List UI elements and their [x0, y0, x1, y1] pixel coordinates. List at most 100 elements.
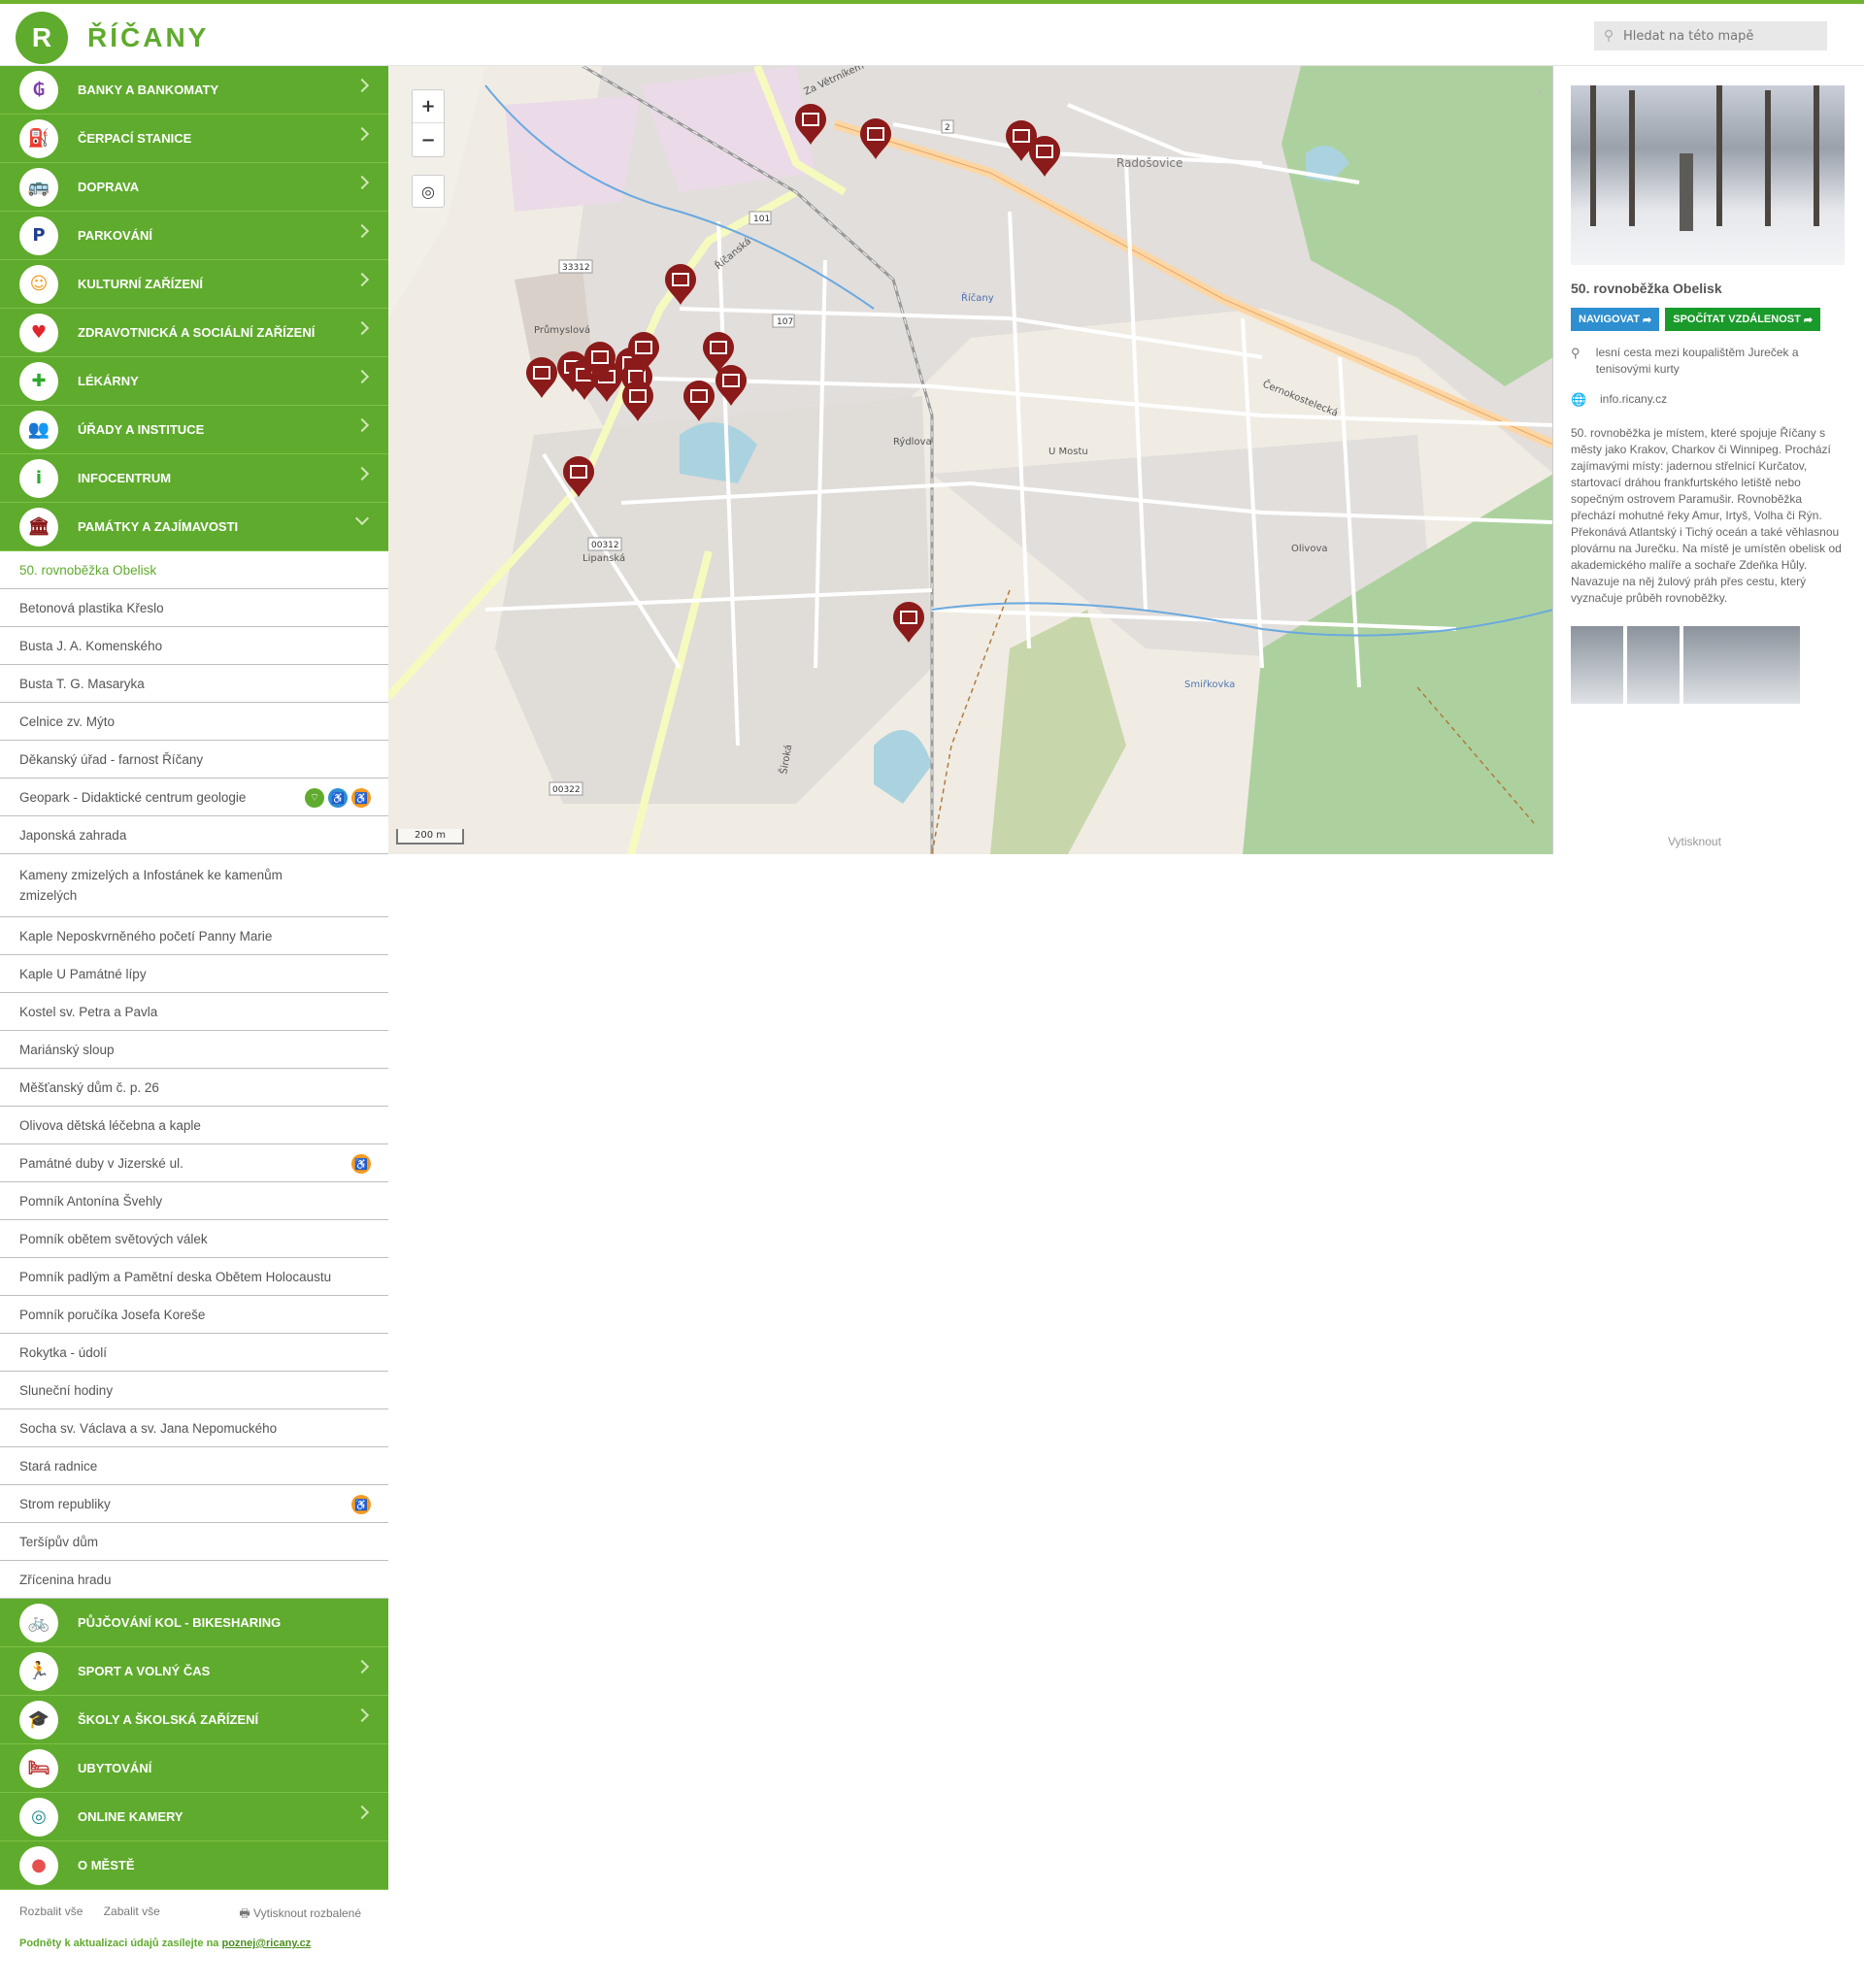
distance-label: Spočítat vzdálenost: [1673, 314, 1801, 325]
monument-list-item[interactable]: Kaple Neposkvrněného početí Panny Marie: [0, 917, 388, 955]
category-label: Kulturní zařízení: [78, 277, 204, 291]
monument-list-item[interactable]: Rokytka - údolí: [0, 1334, 388, 1372]
fuel-pump-icon: ⛽: [19, 118, 58, 158]
thumbnail[interactable]: [1683, 626, 1800, 704]
monument-name: Busta J. A. Komenského: [19, 638, 163, 653]
monument-list-item[interactable]: Japonská zahrada: [0, 816, 388, 854]
thumbnail[interactable]: [1627, 626, 1680, 704]
monument-list-item[interactable]: 50. rovnoběžka Obelisk: [0, 551, 388, 589]
monument-list-item[interactable]: Pomník poručíka Josefa Koreše: [0, 1296, 388, 1334]
category-bank-atm[interactable]: ₲ Banky a bankomaty: [0, 66, 388, 115]
distance-button[interactable]: Spočítat vzdálenost ➦: [1665, 308, 1821, 331]
category-label: O městě: [78, 1858, 135, 1872]
main-photo[interactable]: [1571, 85, 1845, 265]
print-link[interactable]: Vytisknout: [1668, 835, 1721, 848]
monument-name: Stará radnice: [19, 1458, 98, 1474]
monument-list-item[interactable]: Teršípův dům: [0, 1523, 388, 1561]
monument-list-item[interactable]: Mariánský sloup: [0, 1031, 388, 1069]
map-label-ricany: Říčany: [961, 291, 994, 304]
monument-name: Pomník Antonína Švehly: [19, 1193, 163, 1209]
category-fuel-pump[interactable]: ⛽ Čerpací stanice: [0, 115, 388, 163]
category-label: Banky a bankomaty: [78, 83, 219, 97]
category-theater-masks[interactable]: ☺ Kulturní zařízení: [0, 260, 388, 309]
monument-name: Sluneční hodiny: [19, 1382, 114, 1398]
update-note: Podněty k aktualizaci údajů zasílejte na…: [19, 1938, 311, 1949]
category-label: Čerpací stanice: [78, 131, 192, 146]
search-box[interactable]: ⚲: [1594, 21, 1827, 50]
monument-name: Zřícenina hradu: [19, 1572, 112, 1587]
zoom-out-button[interactable]: −: [413, 123, 444, 156]
monument-list-item[interactable]: Celnice zv. Mýto: [0, 703, 388, 741]
zoom-in-button[interactable]: +: [413, 90, 444, 123]
map-label-rydlova: Rýdlova: [893, 436, 932, 447]
category-pharmacy-cross[interactable]: ✚ Lékárny: [0, 357, 388, 406]
category-label: Zdravotnická a sociální zařízení: [78, 325, 316, 340]
navigate-label: Navigovat: [1579, 314, 1640, 325]
monument-list-item[interactable]: Stará radnice: [0, 1447, 388, 1485]
monument-list-item[interactable]: Pomník obětem světových válek: [0, 1220, 388, 1258]
contact-email-link[interactable]: poznej@ricany.cz: [221, 1938, 311, 1949]
search-input[interactable]: [1623, 28, 1817, 44]
category-parking[interactable]: P Parkování: [0, 212, 388, 260]
monument-list-item[interactable]: Olivova dětská léčebna a kaple: [0, 1107, 388, 1144]
road-number-2: 2: [945, 123, 950, 133]
navigate-button[interactable]: Navigovat ➦: [1571, 308, 1660, 331]
chevron-right-icon: [354, 126, 370, 142]
collapse-all-link[interactable]: Zabalit vše: [104, 1905, 160, 1918]
monument-list-item[interactable]: Busta T. G. Masaryka: [0, 665, 388, 703]
print-expanded-link[interactable]: 🖶 Vytisknout rozbalené: [239, 1905, 379, 1925]
expand-all-link[interactable]: Rozbalit vše: [19, 1905, 83, 1918]
monument-list-item[interactable]: Betonová plastika Křeslo: [0, 589, 388, 627]
monument-list-item[interactable]: Strom republiky ♿: [0, 1485, 388, 1523]
category-info[interactable]: i Infocentrum: [0, 454, 388, 503]
web-link[interactable]: info.ricany.cz: [1600, 391, 1667, 408]
monument-name: Olivova dětská léčebna a kaple: [19, 1117, 201, 1133]
map-scale: 200 m: [396, 829, 464, 845]
category-sidebar: ₲ Banky a bankomaty ⛽ Čerpací stanice 🚌 Dopra…: [0, 66, 388, 1890]
category-people[interactable]: 👥 Úřady a instituce: [0, 406, 388, 454]
monument-list-item[interactable]: Zřícenina hradu: [0, 1561, 388, 1599]
category-bicycle[interactable]: 🚲 Půjčování kol - Bikesharing: [0, 1599, 388, 1647]
monument-list-item[interactable]: Měšťanský dům č. p. 26: [0, 1069, 388, 1107]
category-label: Parkování: [78, 228, 153, 243]
category-city[interactable]: ● O městě: [0, 1841, 388, 1890]
map-view[interactable]: Radošovice Říčany Černokostelecká Olivov…: [388, 66, 1553, 854]
map-label-u-mostu: U Mostu: [1048, 447, 1088, 457]
monument-list-item[interactable]: Kameny zmizelých a Infostánek ke kamenům…: [0, 854, 388, 917]
monument-name: Děkanský úřad - farnost Říčany: [19, 751, 204, 767]
category-bus[interactable]: 🚌 Doprava: [0, 163, 388, 212]
monument-name: Socha sv. Václava a sv. Jana Nepomuckého: [19, 1420, 278, 1436]
monument-list-item[interactable]: Socha sv. Václava a sv. Jana Nepomuckého: [0, 1409, 388, 1447]
city-icon: ●: [19, 1845, 58, 1885]
category-graduation-cap[interactable]: 🎓 Školy a školská zařízení: [0, 1696, 388, 1744]
monument-list-item[interactable]: Pomník Antonína Švehly: [0, 1182, 388, 1220]
monument-list-item[interactable]: Sluneční hodiny: [0, 1372, 388, 1409]
monument-list-item[interactable]: Kaple U Památné lípy: [0, 955, 388, 993]
category-runner[interactable]: 🏃 Sport a volný čas: [0, 1647, 388, 1696]
chevron-right-icon: [354, 417, 370, 433]
monument-list-item[interactable]: Busta J. A. Komenského: [0, 627, 388, 665]
monument-list-item[interactable]: Pomník padlým a Pamětní deska Obětem Hol…: [0, 1258, 388, 1296]
category-label: Online kamery: [78, 1809, 183, 1824]
chevron-right-icon: [354, 369, 370, 384]
chevron-right-icon: [354, 175, 370, 190]
category-monument[interactable]: 🏛 Památky a zajímavosti: [0, 503, 388, 551]
category-camera[interactable]: ◎ Online kamery: [0, 1793, 388, 1841]
panel-collapse-arrow-icon[interactable]: ›: [1536, 82, 1543, 102]
monument-list-item[interactable]: Děkanský úřad - farnost Říčany: [0, 741, 388, 779]
header: R ŘÍČANY ⚲: [0, 4, 1864, 66]
locate-me-button[interactable]: ◎: [412, 175, 445, 208]
map-canvas[interactable]: Radošovice Říčany Černokostelecká Olivov…: [388, 66, 1553, 854]
monument-list-item[interactable]: Kostel sv. Petra a Pavla: [0, 993, 388, 1031]
monument-list-item[interactable]: Geopark - Didaktické centrum geologie ⌔ ♿ ♿: [0, 779, 388, 816]
wifi-icon: ⌔: [305, 788, 324, 808]
city-logo[interactable]: R ŘÍČANY: [16, 12, 209, 64]
monument-list-item[interactable]: Památné duby v Jizerské ul. ♿: [0, 1144, 388, 1182]
category-bed[interactable]: 🛏 Ubytování: [0, 1744, 388, 1793]
category-heart[interactable]: ♥ Zdravotnická a sociální zařízení: [0, 309, 388, 357]
thumbnail[interactable]: [1571, 626, 1623, 704]
camera-icon: ◎: [19, 1797, 58, 1837]
share-arrow-icon: ➦: [1803, 314, 1814, 326]
crosshair-icon: ◎: [421, 182, 435, 201]
bicycle-icon: 🚲: [19, 1603, 58, 1642]
